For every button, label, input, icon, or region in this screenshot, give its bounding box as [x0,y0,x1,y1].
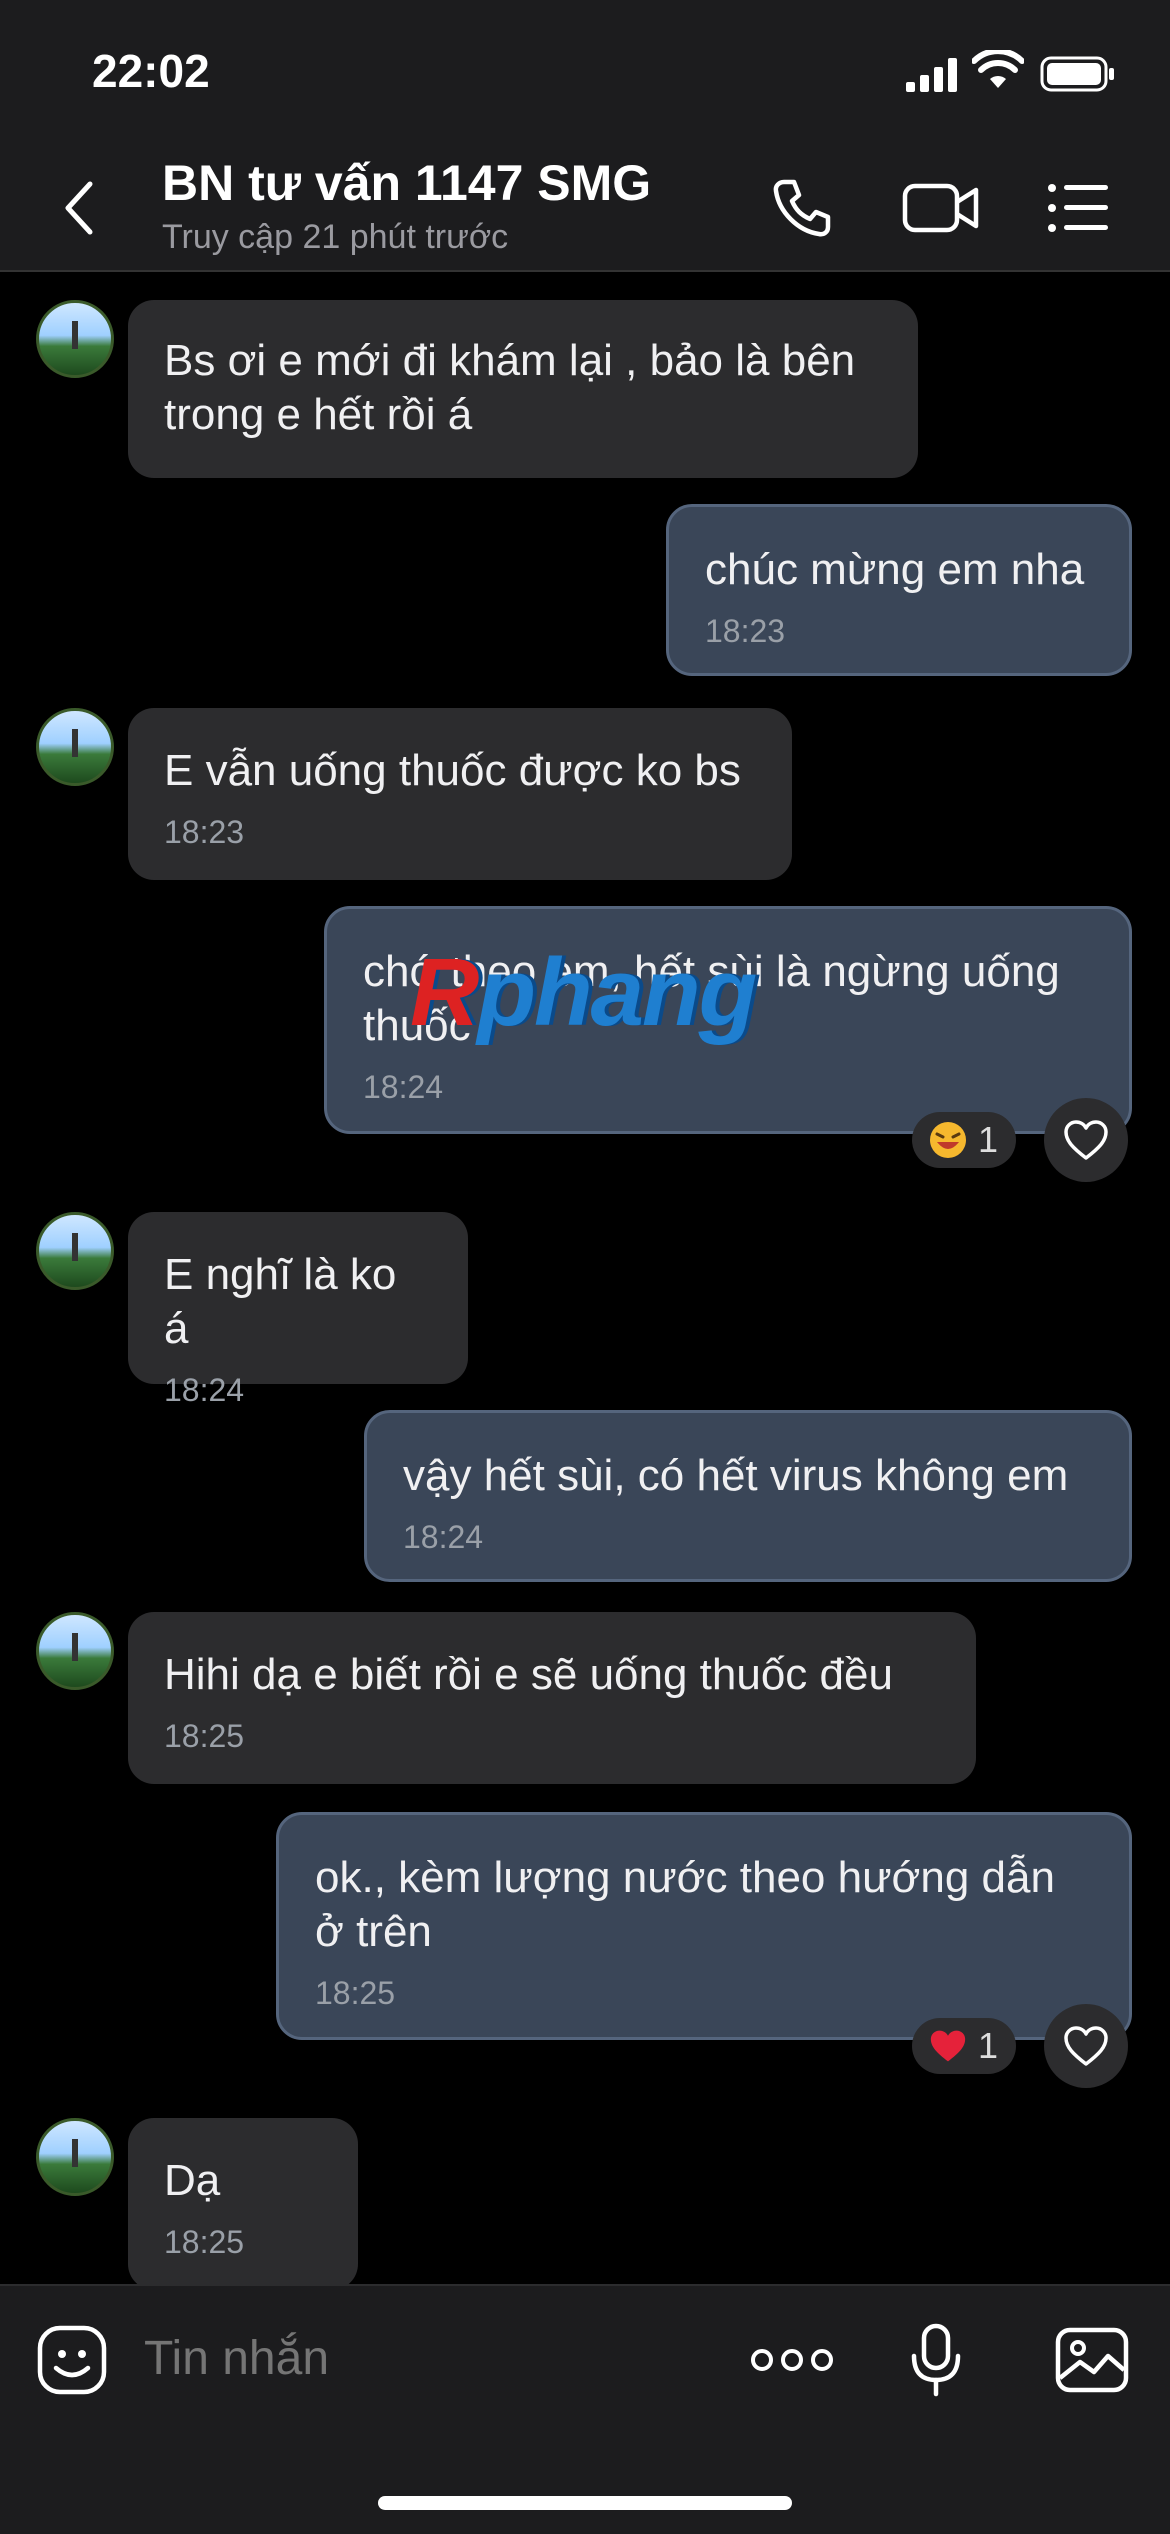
message-text: Bs ơi e mới đi khám lại , bảo là bên tro… [164,336,856,439]
message-time: 18:23 [705,613,786,649]
message-text: E nghĩ là ko á [164,1250,397,1353]
message-text: chúc mừng em nha [705,545,1085,594]
chat-header: BN tư vấn 1147 SMG Truy cập 21 phút trướ… [0,140,1170,272]
message-composer [0,2284,1170,2534]
home-indicator[interactable] [378,2496,792,2510]
message-time: 18:24 [164,1372,245,1408]
message-time: 18:23 [164,814,245,850]
contact-avatar[interactable] [36,300,114,378]
message-bubble-outgoing[interactable]: chúc mừng em nha 18:23 [666,504,1132,676]
cellular-signal-icon [906,58,957,92]
contact-avatar[interactable] [36,2118,114,2196]
react-heart-button[interactable] [1044,2004,1128,2088]
message-bubble-incoming[interactable]: E nghĩ là ko á 18:24 [128,1212,468,1408]
message-list[interactable]: Bs ơi e mới đi khám lại , bảo là bên tro… [0,272,1170,2284]
message-time: 18:25 [164,1718,245,1754]
back-arrow-icon[interactable] [60,178,100,238]
message-bubble-incoming[interactable]: Dạ 18:25 [128,2118,358,2284]
message-bubble-incoming[interactable]: Bs ơi e mới đi khám lại , bảo là bên tro… [128,300,918,478]
status-time: 22:02 [92,45,210,97]
message-text: Hihi dạ e biết rồi e sẽ uống thuốc đều [164,1650,893,1699]
watermark-letter: R [410,939,479,1046]
reaction-badge[interactable]: 1 [912,2018,1016,2074]
watermark-text: phang [477,939,757,1046]
reaction-count: 1 [978,1119,999,1160]
message-text: E vẫn uống thuốc được ko bs [164,746,741,795]
reaction-badge[interactable]: 1 [912,1112,1016,1168]
message-text: Dạ [164,2156,221,2205]
message-time: 18:25 [164,2224,245,2260]
menu-list-icon[interactable] [1046,176,1110,240]
last-seen-status: Truy cập 21 phút trước [162,218,509,256]
message-bubble-outgoing[interactable]: ok., kèm lượng nước theo hướng dẫn ở trê… [276,1812,1132,2040]
emoji-sticker-icon[interactable] [36,2324,108,2396]
message-text: ok., kèm lượng nước theo hướng dẫn ở trê… [315,1853,1055,1956]
heart-outline-icon [1064,2026,1108,2066]
react-heart-button[interactable] [1044,1098,1128,1182]
laughing-emoji-icon [930,1122,966,1158]
heart-outline-icon [1064,1120,1108,1160]
status-bar: 22:02 [0,0,1170,140]
message-bubble-incoming[interactable]: E vẫn uống thuốc được ko bs 18:23 [128,708,792,880]
message-input[interactable] [142,2330,706,2387]
video-call-icon[interactable] [902,176,980,240]
battery-icon [1040,56,1114,92]
red-heart-emoji-icon [930,2030,966,2062]
wifi-icon [972,50,1024,88]
phone-call-icon[interactable] [770,176,834,240]
message-bubble-incoming[interactable]: Hihi dạ e biết rồi e sẽ uống thuốc đều 1… [128,1612,976,1784]
contact-avatar[interactable] [36,1612,114,1690]
more-options-icon[interactable] [750,2346,834,2374]
message-time: 18:24 [363,1069,444,1105]
message-text: vậy hết sùi, có hết virus không em [403,1451,1069,1500]
microphone-icon[interactable] [908,2322,964,2398]
contact-name[interactable]: BN tư vấn 1147 SMG [162,154,651,212]
watermark-logo: Rphang [410,938,757,1048]
image-gallery-icon[interactable] [1054,2326,1130,2394]
contact-avatar[interactable] [36,708,114,786]
message-time: 18:24 [403,1519,484,1555]
message-time: 18:25 [315,1975,396,2011]
reaction-count: 1 [978,2025,999,2066]
message-bubble-outgoing[interactable]: vậy hết sùi, có hết virus không em 18:24 [364,1410,1132,1582]
contact-avatar[interactable] [36,1212,114,1290]
